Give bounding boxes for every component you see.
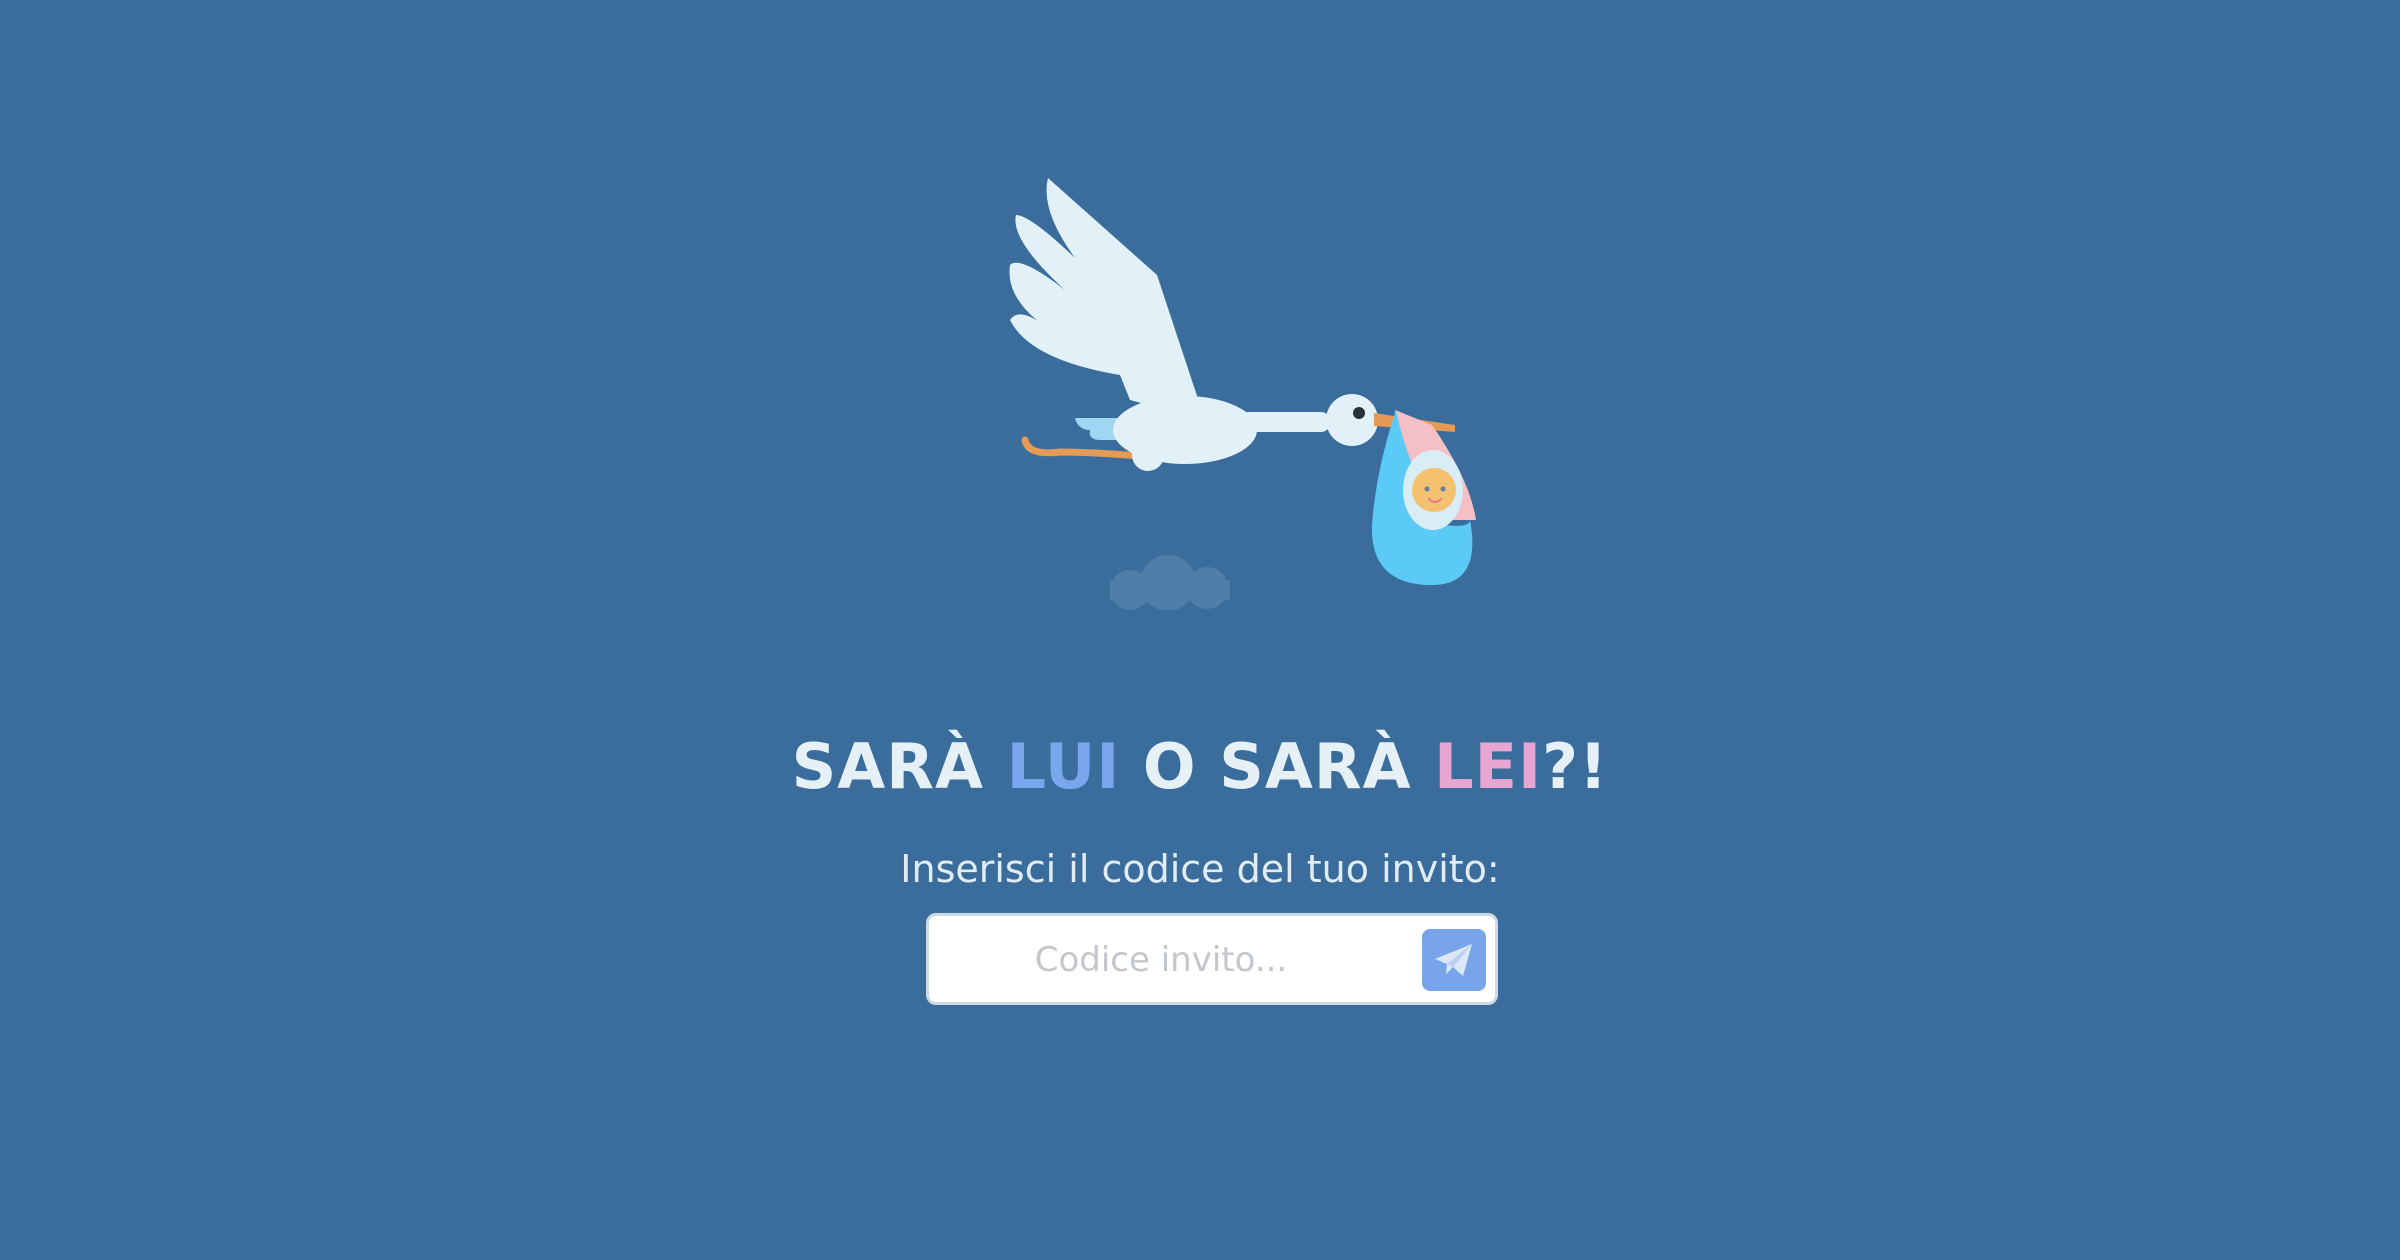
invite-form xyxy=(926,913,1498,1005)
page-title: SARÀ LUI O SARÀ LEI?! xyxy=(0,730,2400,803)
stork-neck xyxy=(1240,412,1330,432)
stork-eye xyxy=(1353,407,1365,419)
invite-instruction: Inserisci il codice del tuo invito: xyxy=(900,847,1500,891)
send-button[interactable] xyxy=(1422,929,1486,991)
stork-illustration xyxy=(1009,178,1476,610)
title-lei: LEI xyxy=(1434,730,1543,803)
title-part-1: SARÀ xyxy=(791,730,1007,803)
cloud-icon xyxy=(1110,555,1230,610)
title-part-2: O SARÀ xyxy=(1120,730,1435,803)
baby-face xyxy=(1412,468,1456,512)
paper-plane-icon xyxy=(1435,944,1472,976)
page: SARÀ LUI O SARÀ LEI?! Inserisci il codic… xyxy=(0,0,2400,1260)
stork-head xyxy=(1326,394,1378,446)
title-part-3: ?! xyxy=(1542,730,1609,803)
stork-wing xyxy=(1009,178,1205,420)
invite-code-input[interactable] xyxy=(949,924,1373,996)
title-lui: LUI xyxy=(1006,730,1121,803)
